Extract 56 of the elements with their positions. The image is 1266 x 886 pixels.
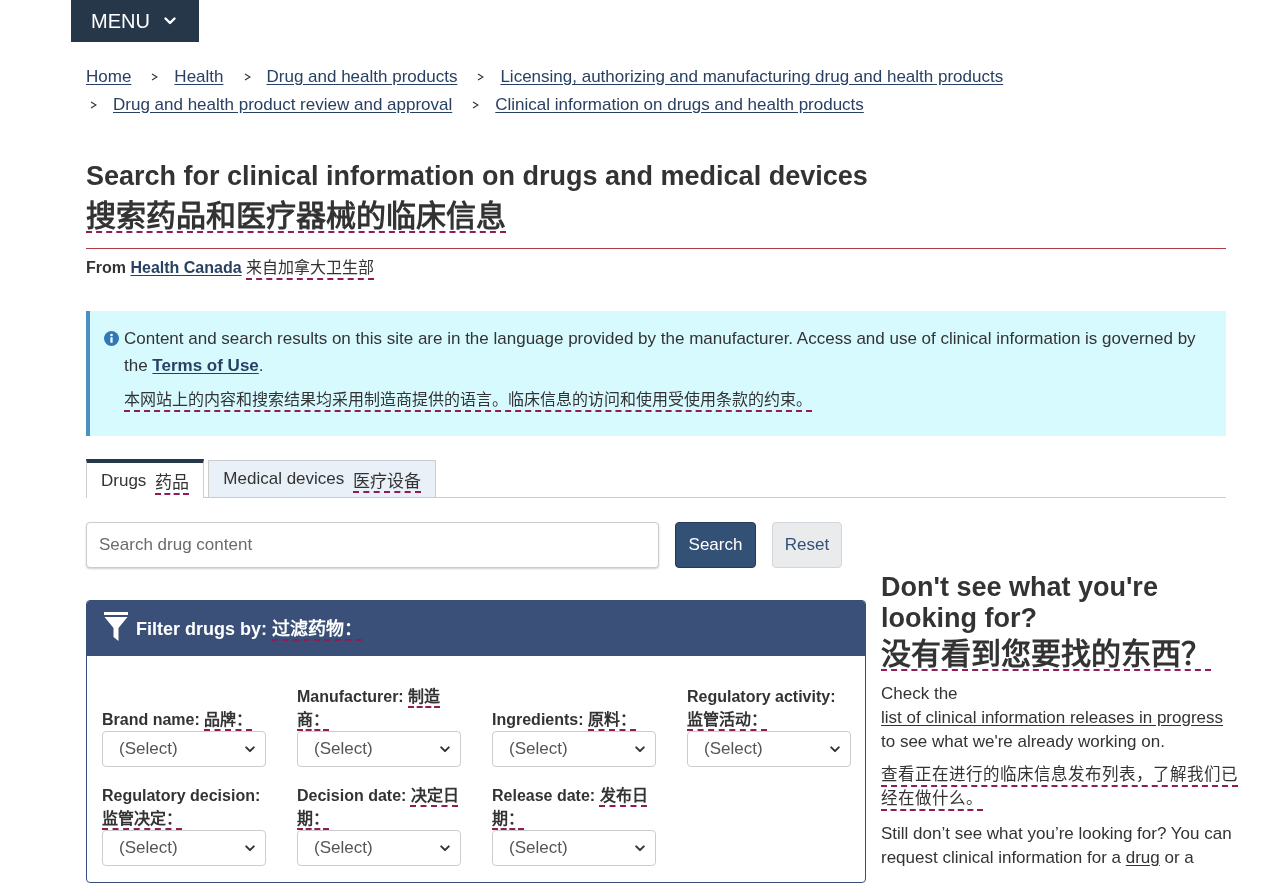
select-dropdown[interactable]: (Select) <box>492 731 656 767</box>
tab[interactable]: Drugs 药品 <box>86 459 205 498</box>
select-dropdown[interactable]: (Select) <box>102 830 266 866</box>
field-label: Release date: 发布日期： <box>492 785 649 829</box>
inline-link[interactable]: list of clinical information releases in progress <box>881 708 1224 727</box>
sidebar-heading-translation: 没有看到您要找的东西？ <box>881 636 1211 672</box>
chevron-down-icon <box>635 844 645 852</box>
info-icon <box>104 331 119 346</box>
field-label: Decision date: 决定日期： <box>297 786 460 829</box>
field-label: Brand name: 品牌： <box>102 710 253 730</box>
breadcrumb-link[interactable]: Home <box>86 63 132 91</box>
select-dropdown[interactable]: (Select) <box>297 731 461 767</box>
search-field[interactable]: Search drug content <box>86 522 659 568</box>
sidebar-heading: Don't see what you're looking for? <box>881 572 1159 634</box>
sidebar-text: Still don’t see what you’re looking for? You can request clinical information for a drug or a <box>881 823 1233 869</box>
search-button[interactable]: Search <box>675 522 756 568</box>
field-label: Manufacturer: 制造商： <box>297 686 442 730</box>
select-dropdown[interactable]: (Select) <box>102 731 266 767</box>
notice-text: Content and search results on this site are in the language provided by the manufacturer. Access and use of clinical information is governed by the Terms of Use. <box>124 328 1197 377</box>
chevron-down-icon <box>163 17 176 25</box>
byline-link[interactable]: Health Canada <box>130 259 242 276</box>
tab[interactable]: Medical devices 医疗设备 <box>208 460 437 497</box>
chevron-right-icon <box>243 73 251 81</box>
field-label: Regulatory decision: 监管决定： <box>102 786 262 829</box>
select-dropdown[interactable]: (Select) <box>687 731 851 767</box>
field-label: Ingredients: 原料： <box>492 710 636 730</box>
breadcrumb-link[interactable]: Drug and health product review and approval <box>113 91 453 119</box>
page-title: Search for clinical information on drugs and medical devices <box>86 160 868 193</box>
reset-button[interactable]: Reset <box>772 522 842 568</box>
page-title-translation: 搜索药品和医疗器械的临床信息 <box>86 198 506 234</box>
sidebar-translation: 查看正在进行的临床信息发布列表，了解我们已经在做什么。 <box>881 764 1239 809</box>
chevron-down-icon <box>245 745 255 753</box>
chevron-down-icon <box>440 745 450 753</box>
field-label: Regulatory activity: 监管活动： <box>687 687 837 730</box>
chevron-down-icon <box>635 745 645 753</box>
breadcrumb-link[interactable]: Licensing, authorizing and manufacturing drug and health products <box>500 63 1004 91</box>
chevron-right-icon <box>477 73 485 81</box>
chevron-down-icon <box>830 745 840 753</box>
funnel-icon <box>104 612 128 641</box>
breadcrumb-link[interactable]: Clinical information on drugs and health products <box>495 91 864 119</box>
filter-panel-title: Filter drugs by: 过滤药物： <box>136 617 362 641</box>
chevron-right-icon <box>90 101 97 109</box>
select-dropdown[interactable]: (Select) <box>297 830 461 866</box>
breadcrumb-link[interactable]: Health <box>174 63 224 91</box>
breadcrumb-link[interactable]: Drug and health products <box>266 63 458 91</box>
chevron-right-icon <box>472 101 480 109</box>
sidebar-text: Check the list of clinical information releases in progress to see what we're already working on. <box>881 683 1225 753</box>
notice-translation: 本网站上的内容和搜索结果均采用制造商提供的语言。临床信息的访问和使用受使用条款的约束。 <box>124 390 812 410</box>
inline-link[interactable]: drug <box>1125 848 1160 867</box>
menu-button[interactable]: MENU <box>71 0 199 42</box>
chevron-down-icon <box>245 844 255 852</box>
terms-link[interactable]: Terms of Use <box>152 356 259 375</box>
select-dropdown[interactable]: (Select) <box>492 830 656 866</box>
chevron-right-icon <box>151 73 159 81</box>
chevron-down-icon <box>440 844 450 852</box>
byline: From Health Canada 来自加拿大卫生部 <box>86 258 376 278</box>
